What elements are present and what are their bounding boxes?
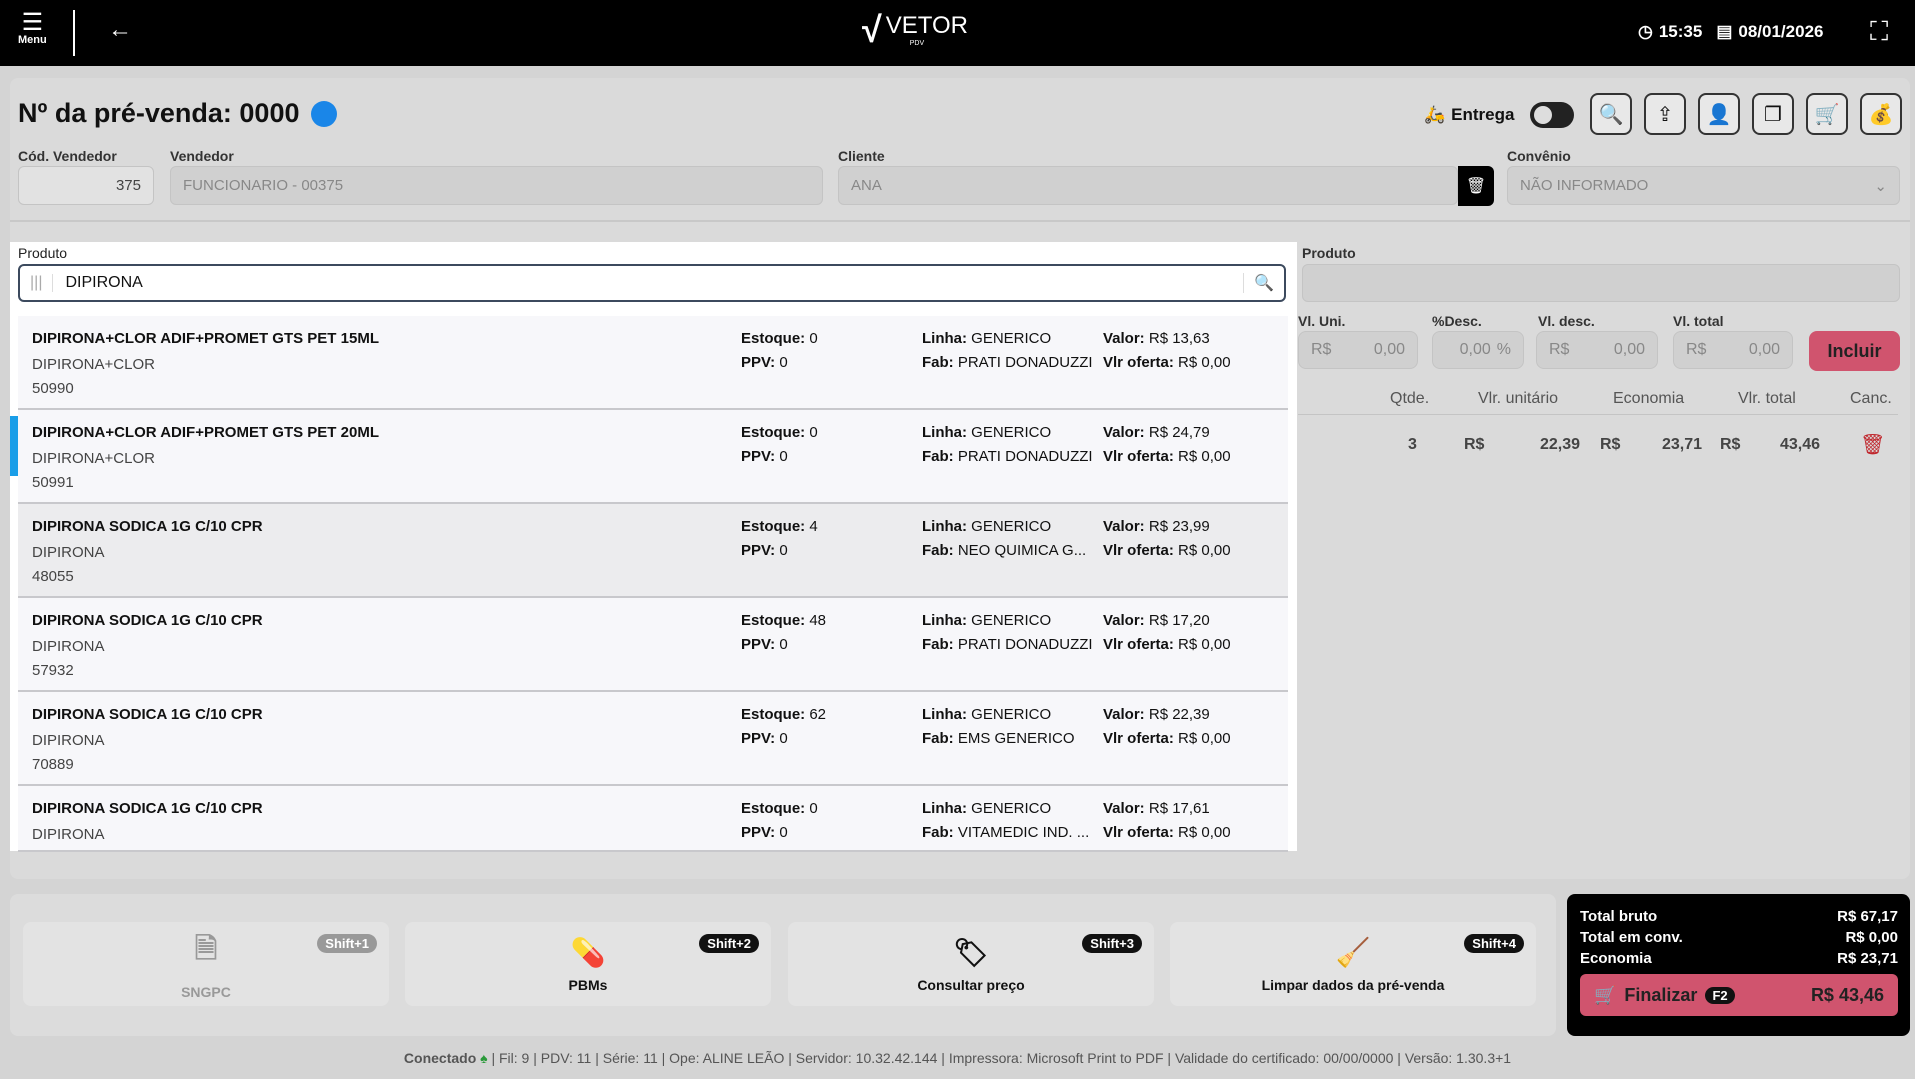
barcode-icon: ||| [20, 274, 54, 292]
status-dot [311, 100, 338, 127]
document-icon: 🗎 [194, 933, 218, 964]
list-item[interactable]: DIPIRONA SODICA 1G C/10 CPR DIPIRONA 708… [18, 692, 1288, 786]
cod-vendedor-input[interactable]: 375 [18, 166, 154, 205]
product-name: DIPIRONA SODICA 1G C/10 CPR [32, 518, 263, 535]
product-name: DIPIRONA+CLOR ADIF+PROMET GTS PET 15ML [32, 330, 379, 347]
delete-item-icon[interactable]: 🗑 [1860, 432, 1885, 457]
list-item[interactable]: DIPIRONA SODICA 1G C/10 CPR DIPIRONA 480… [18, 504, 1288, 598]
product-code: 50991 [32, 474, 74, 491]
trash-icon: 🗑 [1465, 178, 1487, 195]
cart-icon: 🛒 [1594, 984, 1617, 1005]
list-item[interactable]: DIPIRONA SODICA 1G C/10 CPR DIPIRONA Est… [18, 786, 1288, 852]
clock-icon: ◷ [1638, 22, 1653, 41]
product-substance: DIPIRONA+CLOR [32, 356, 155, 373]
product-substance: DIPIRONA [32, 732, 105, 749]
vl-uni-input[interactable]: R$ 0,00 [1298, 331, 1418, 369]
product-code: 70889 [32, 756, 74, 773]
vl-total-input[interactable]: R$ 0,00 [1673, 331, 1793, 369]
col-unit: Vlr. unitário [1478, 390, 1559, 407]
delivery-icon: 🛵 [1424, 105, 1446, 124]
share-button[interactable]: ⇪ [1644, 93, 1686, 135]
copy-button[interactable]: ❐ [1752, 93, 1794, 135]
broom-icon: 🧹 [1335, 936, 1371, 968]
selection-indicator [10, 416, 18, 476]
logo: √ VETOR PDV [862, 9, 969, 50]
product-name: DIPIRONA+CLOR ADIF+PROMET GTS PET 20ML [32, 424, 379, 441]
money-bag-button[interactable]: 💰 [1860, 93, 1902, 135]
share-icon: ⇪ [1656, 103, 1674, 126]
search-document-icon[interactable]: 🔍 [1243, 273, 1284, 293]
add-user-button[interactable]: 👤 [1698, 93, 1740, 135]
col-total: Vlr. total [1738, 390, 1796, 407]
hand-pills-icon: 💊 [570, 936, 606, 968]
add-user-icon: 👤 [1706, 103, 1732, 126]
clear-client-button[interactable]: 🗑 [1458, 166, 1494, 206]
cart-button[interactable]: 🛒 [1806, 93, 1848, 135]
col-canc: Canc. [1850, 390, 1892, 407]
product-substance: DIPIRONA+CLOR [32, 450, 155, 467]
list-item[interactable]: DIPIRONA+CLOR ADIF+PROMET GTS PET 20ML D… [18, 410, 1288, 504]
product-substance: DIPIRONA [32, 638, 105, 655]
calendar-icon: ▤ [1716, 22, 1733, 41]
product-name: DIPIRONA SODICA 1G C/10 CPR [32, 612, 263, 629]
pbms-button[interactable]: 💊 PBMs Shift+2 [405, 922, 771, 1006]
top-bar: ☰ Menu ← √ VETOR PDV ◷ 15:35 ▤ 08/01/2026 ⛶ [0, 0, 1915, 66]
finalizar-button[interactable]: 🛒 Finalizar F2 R$ 43,46 [1580, 974, 1898, 1016]
hamburger-icon: ☰ [21, 9, 44, 36]
product-name: DIPIRONA SODICA 1G C/10 CPR [32, 706, 263, 723]
limpar-dados-button[interactable]: 🧹 Limpar dados da pré-venda Shift+4 [1170, 922, 1536, 1006]
product-code: 50990 [32, 380, 74, 397]
product-code: 57932 [32, 662, 74, 679]
vl-desc-input[interactable]: R$ 0,00 [1536, 331, 1658, 369]
incluir-button[interactable]: Incluir [1809, 331, 1900, 371]
fullscreen-icon[interactable]: ⛶ [1870, 16, 1888, 48]
consultar-preco-button[interactable]: 🏷 Consultar preço Shift+3 [788, 922, 1154, 1006]
col-economia: Economia [1613, 390, 1685, 407]
product-name: DIPIRONA SODICA 1G C/10 CPR [32, 800, 263, 817]
produto-selected-field[interactable] [1302, 264, 1900, 302]
cart-icon: 🛒 [1814, 103, 1840, 126]
desc-percent-input[interactable]: 0,00% [1432, 331, 1524, 369]
convenio-select[interactable]: NÃO INFORMADO ⌄ [1507, 166, 1900, 205]
document-search-icon: 🔍 [1598, 103, 1624, 126]
vendedor-input[interactable]: FUNCIONARIO - 00375 [170, 166, 823, 205]
divider [10, 220, 1910, 222]
connected-icon: ♠ [480, 1050, 488, 1066]
delivery-toggle[interactable] [1530, 102, 1575, 128]
time: 15:35 [1658, 22, 1703, 41]
list-item[interactable]: DIPIRONA SODICA 1G C/10 CPR DIPIRONA 579… [18, 598, 1288, 692]
product-search-input[interactable]: ||| DIPIRONA 🔍 [18, 264, 1286, 302]
date: 08/01/2026 [1738, 22, 1824, 41]
product-substance: DIPIRONA [32, 826, 105, 843]
list-item[interactable]: DIPIRONA+CLOR ADIF+PROMET GTS PET 15ML D… [18, 316, 1288, 410]
price-tag-search-icon: 🏷 [953, 936, 989, 968]
copy-icon: ❐ [1764, 103, 1782, 126]
product-substance: DIPIRONA [32, 544, 105, 561]
menu-button[interactable]: ☰ Menu [18, 9, 47, 47]
col-qtde: Qtde. [1390, 390, 1430, 407]
cliente-input[interactable]: ANA [838, 166, 1458, 205]
page-title: Nº da pré-venda: 0000 [18, 98, 338, 129]
search-document-button[interactable]: 🔍 [1590, 93, 1632, 135]
divider [73, 10, 75, 56]
money-bag-icon: 💰 [1868, 103, 1894, 126]
back-arrow-icon[interactable]: ← [108, 16, 132, 44]
status-bar: Conectado ♠ | Fil: 9 | PDV: 11 | Série: … [403, 1050, 1512, 1066]
product-code: 48055 [32, 568, 74, 585]
sngpc-button[interactable]: 🗎 SNGPC Shift+1 [23, 922, 389, 1006]
chevron-down-icon: ⌄ [1874, 177, 1887, 195]
